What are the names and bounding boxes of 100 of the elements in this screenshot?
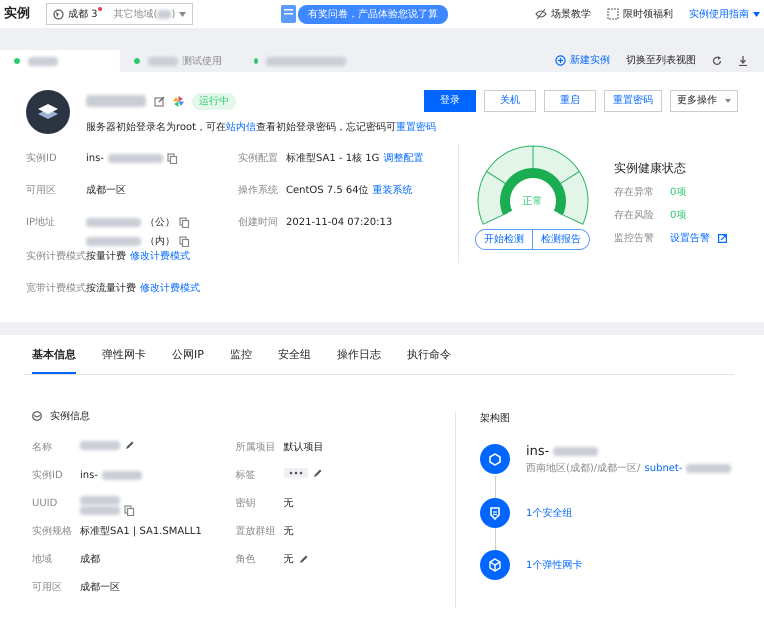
field-label: 地域	[32, 552, 53, 566]
copy-icon[interactable]	[166, 153, 178, 164]
field-label: 角色	[236, 552, 256, 566]
action-button[interactable]: 重启	[544, 90, 596, 112]
redacted-text	[157, 10, 172, 18]
field-label: 实例计费模式	[26, 250, 86, 264]
check-button[interactable]: 检测报告	[533, 229, 590, 250]
field-label: 实例配置	[238, 152, 279, 166]
eye-icon	[534, 8, 547, 20]
copy-icon[interactable]	[179, 217, 190, 228]
link[interactable]: 重置密码	[396, 122, 436, 133]
region-selector[interactable]: 成都 3 其它地域( )	[46, 3, 194, 25]
link[interactable]: 修改计费模式	[130, 249, 190, 264]
detail-tab[interactable]: 执行命令	[406, 339, 451, 374]
field-label: 置放群组	[236, 524, 276, 538]
gauge-label: 正常	[522, 194, 544, 209]
pinwheel-icon	[173, 96, 184, 106]
health-label: 存在风险	[614, 209, 654, 223]
health-title: 实例健康状态	[614, 160, 687, 177]
node-link[interactable]: 1个弹性网卡	[526, 558, 582, 572]
field-label: 标签	[236, 468, 256, 482]
node-link[interactable]: 1个安全组	[526, 506, 572, 520]
redacted-text	[148, 56, 178, 66]
health-label: 监控告警	[614, 232, 654, 246]
edit-icon[interactable]	[124, 440, 135, 450]
detail-tab[interactable]: 基本信息	[32, 339, 76, 374]
new-instance-link[interactable]: 新建实例	[570, 53, 610, 68]
redacted-text	[80, 496, 120, 504]
health-label: 存在异常	[614, 186, 654, 200]
field-label: 创建时间	[238, 216, 279, 230]
copy-icon[interactable]	[179, 236, 190, 247]
value-text: 成都一区	[80, 580, 120, 594]
header-link[interactable]: 限时领福利	[622, 6, 673, 22]
value-text: （内）	[145, 234, 175, 249]
health-count: 0项	[670, 186, 686, 200]
field-label: 操作系统	[238, 184, 279, 198]
value-text: 西南地区(成都)/成都一区/	[526, 462, 641, 476]
value-text: 按流量计费	[86, 282, 136, 296]
value-text: 无	[284, 552, 294, 566]
value-text: （公）	[145, 216, 175, 230]
edit-icon[interactable]	[298, 554, 308, 564]
edit-icon[interactable]	[312, 468, 322, 478]
action-button[interactable]: 关机	[484, 90, 536, 112]
page-title: 实例	[4, 4, 30, 24]
detail-tab[interactable]: 操作日志	[336, 339, 381, 374]
link[interactable]: 修改计费模式	[140, 281, 200, 296]
field-label: 密钥	[236, 496, 256, 510]
field-label: 实例ID	[26, 152, 58, 166]
link[interactable]: subnet-	[644, 461, 682, 476]
link[interactable]: 站内信	[226, 122, 256, 133]
copy-icon[interactable]	[124, 504, 135, 516]
other-regions-label: )	[171, 8, 176, 22]
action-button[interactable]: 更多操作	[670, 90, 738, 112]
value-text: ins-	[80, 468, 98, 482]
field-label: IP地址	[26, 216, 56, 230]
field-label: 实例ID	[32, 468, 64, 482]
caret-icon	[752, 12, 760, 16]
field-label: 可用区	[26, 184, 57, 198]
more-button[interactable]	[284, 468, 308, 478]
survey-banner[interactable]: 有奖问卷，产品体验您说了算	[298, 4, 448, 24]
value-text: 成都	[80, 552, 100, 566]
field-label: UUID	[32, 496, 58, 510]
region-name: 成都 3	[68, 8, 98, 22]
plus-circle-icon[interactable]	[555, 55, 566, 66]
field-label: 实例规格	[32, 524, 73, 538]
redacted-text	[86, 237, 141, 246]
action-button[interactable]: 登录	[424, 90, 476, 112]
value-text: 默认项目	[284, 440, 324, 454]
alarm-link[interactable]: 设置告警	[670, 231, 710, 246]
action-button[interactable]: 重置密码	[604, 90, 662, 112]
value-text: CentOS 7.5 64位	[286, 184, 369, 198]
instance-tab[interactable]: 测试使用	[120, 50, 240, 72]
detail-tab[interactable]: 弹性网卡	[102, 339, 146, 374]
header-link[interactable]: 实例使用指南	[688, 6, 749, 22]
value-text: 测试使用	[182, 54, 222, 68]
redacted-text	[80, 440, 120, 450]
field-label: 所属项目	[236, 440, 276, 454]
detail-tab[interactable]: 安全组	[278, 339, 311, 374]
redacted-text	[86, 95, 146, 107]
detail-tab[interactable]: 公网IP	[172, 339, 204, 374]
link[interactable]: 重装系统	[372, 183, 413, 198]
section-title: 架构图	[480, 412, 511, 426]
redacted-text	[102, 470, 142, 480]
external-link-icon[interactable]	[718, 234, 727, 243]
value-text: 标准型SA1 | SA1.SMALL1	[80, 524, 202, 538]
detail-tab[interactable]: 监控	[230, 339, 252, 374]
redacted-text	[28, 56, 58, 66]
redacted-text	[86, 218, 141, 227]
caret-icon	[725, 99, 731, 103]
field-label: 宽带计费模式	[26, 282, 86, 296]
refresh-icon[interactable]	[712, 56, 722, 66]
document-icon	[280, 4, 298, 24]
redacted-text	[108, 154, 163, 163]
download-icon[interactable]	[738, 56, 748, 66]
check-button[interactable]: 开始检测	[475, 229, 533, 250]
switch-view-link[interactable]: 切换至列表视图	[626, 53, 696, 68]
header-link[interactable]: 场景教学	[550, 6, 591, 22]
edit-icon[interactable]	[154, 96, 165, 106]
redacted-text	[686, 464, 732, 473]
link[interactable]: 调整配置	[383, 151, 424, 166]
